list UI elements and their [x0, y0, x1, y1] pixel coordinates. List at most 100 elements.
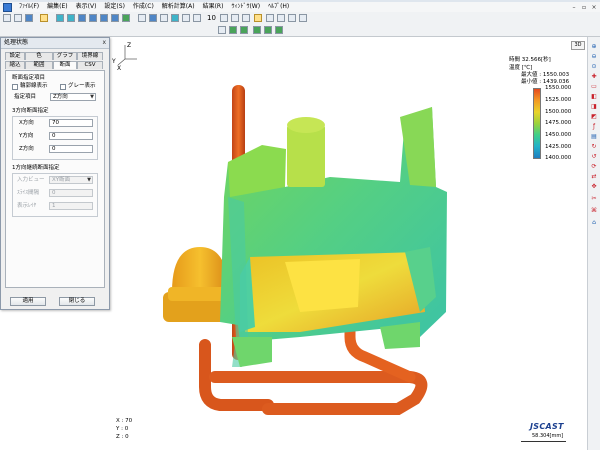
z-input[interactable]	[49, 145, 93, 153]
layer-label: 表示ﾚｲﾔ	[17, 203, 37, 209]
axis-y-label: Y	[111, 58, 116, 65]
pause-icon[interactable]	[277, 14, 285, 22]
legend-tick: 1425.000	[545, 144, 572, 150]
tab-boundary[interactable]: 境界線	[77, 52, 103, 60]
zoom-fit-icon[interactable]: ⊙	[590, 63, 598, 71]
play-icon[interactable]	[266, 14, 274, 22]
tab-row-2: 縮込 範囲 断面 CSV	[5, 61, 103, 69]
menu-file[interactable]: ﾌｧｲﾙ(F)	[15, 2, 43, 12]
menu-analysis[interactable]: 解析計算(A)	[158, 2, 199, 12]
analysis-icon[interactable]	[160, 14, 168, 22]
frame-checkbox[interactable]	[12, 84, 18, 90]
minimize-icon[interactable]: –	[570, 4, 578, 11]
legend-tick: 1500.000	[545, 109, 572, 115]
model-icon[interactable]	[56, 14, 64, 22]
wire-view-icon[interactable]	[240, 26, 248, 34]
tab-graph[interactable]: グラフ	[53, 52, 77, 60]
tab-settings[interactable]: 設定	[5, 52, 25, 60]
close-button[interactable]: 閉じる	[59, 297, 95, 306]
view-top-icon[interactable]	[100, 14, 108, 22]
stop-icon[interactable]	[254, 14, 262, 22]
save-icon[interactable]	[25, 14, 33, 22]
layer-input[interactable]	[49, 202, 93, 210]
tab-shrink[interactable]: 縮込	[5, 61, 25, 69]
key-icon[interactable]: ⌘	[590, 207, 598, 215]
menu-edit[interactable]: 編集(E)	[43, 2, 71, 12]
restore-icon[interactable]: ▫	[580, 4, 588, 11]
view-select-value: XY断面	[52, 177, 71, 183]
mesh-icon[interactable]	[67, 14, 75, 22]
casting-body	[220, 107, 447, 367]
legend-colorbar	[533, 88, 541, 159]
close-window-icon[interactable]: ×	[590, 4, 598, 11]
section-view-icon[interactable]	[253, 26, 261, 34]
tab-csv[interactable]: CSV	[77, 61, 103, 69]
tab-color[interactable]: 色	[25, 52, 53, 60]
tab-section[interactable]: 断面	[53, 61, 77, 69]
pan-icon[interactable]: ✥	[590, 183, 598, 191]
fn-icon[interactable]: ƒ	[590, 123, 598, 131]
result-icon[interactable]	[171, 14, 179, 22]
prev-icon[interactable]	[231, 14, 239, 22]
right-toolbar: ⊕ ⊖ ⊙ ✚ ▭ ◧ ◨ ◩ ƒ ▤ ↻ ↺ ⟳ ⇄ ✥ ✂ ⌘ ⌂	[587, 37, 600, 450]
x-input[interactable]	[49, 119, 93, 127]
apply-button[interactable]: 適用	[10, 297, 46, 306]
rewind-icon[interactable]	[242, 14, 250, 22]
solid-view-icon[interactable]	[229, 26, 237, 34]
probe-icon[interactable]: ✚	[590, 73, 598, 81]
table-icon[interactable]	[193, 14, 201, 22]
menu-create[interactable]: 作成(C)	[129, 2, 158, 12]
menu-view[interactable]: 表示(V)	[72, 2, 101, 12]
jscast-logo: JSCAST	[530, 422, 564, 431]
shade-view-icon[interactable]	[275, 26, 283, 34]
new-file-icon[interactable]	[3, 14, 11, 22]
rotate-icon[interactable]	[218, 26, 226, 34]
view-front-icon[interactable]	[78, 14, 86, 22]
help-icon[interactable]	[40, 14, 48, 22]
reset-view-icon[interactable]: ⌂	[590, 219, 598, 227]
view-iso-icon[interactable]	[111, 14, 119, 22]
legend-quantity: 温度 [℃]	[509, 65, 533, 71]
graph-tool-icon[interactable]: ▤	[590, 133, 598, 141]
section-y-icon[interactable]: ◨	[590, 103, 598, 111]
rotate-y-icon[interactable]: ↺	[590, 153, 598, 161]
coord-x: X : 70	[116, 418, 133, 424]
tab-range[interactable]: 範囲	[25, 61, 53, 69]
menu-results[interactable]: 結果(R)	[199, 2, 228, 12]
y-input[interactable]	[49, 132, 93, 140]
forward-icon[interactable]	[288, 14, 296, 22]
3d-view-button[interactable]: 3D	[571, 41, 585, 50]
select-icon[interactable]	[138, 14, 146, 22]
graph-icon[interactable]	[182, 14, 190, 22]
step-back-icon[interactable]	[220, 14, 228, 22]
tab-row-1: 設定 色 グラフ 境界線	[5, 52, 103, 60]
open-folder-icon[interactable]	[14, 14, 22, 22]
rotate-z-icon[interactable]: ⟳	[590, 163, 598, 171]
interval-input[interactable]	[49, 189, 93, 197]
step-value[interactable]: 10	[207, 13, 216, 23]
menu-help[interactable]: ﾍﾙﾌﾟ(H)	[264, 2, 293, 12]
rotate-x-icon[interactable]: ↻	[590, 143, 598, 151]
item-select[interactable]: Z方向 ▼	[50, 93, 96, 101]
cut-view-icon[interactable]	[264, 26, 272, 34]
item-select-value: Z方向	[53, 94, 68, 100]
render-icon[interactable]	[122, 14, 130, 22]
measure-icon[interactable]: ▭	[590, 83, 598, 91]
flip-icon[interactable]: ⇄	[590, 173, 598, 181]
gray-checkbox[interactable]	[60, 84, 66, 90]
view-select[interactable]: XY断面 ▼	[49, 176, 93, 184]
next-icon[interactable]	[299, 14, 307, 22]
grid-icon[interactable]	[149, 14, 157, 22]
section-z-icon[interactable]: ◩	[590, 113, 598, 121]
zoom-out-icon[interactable]: ⊖	[590, 53, 598, 61]
app-icon[interactable]	[3, 2, 12, 12]
cut-icon[interactable]: ✂	[590, 195, 598, 203]
zoom-in-icon[interactable]: ⊕	[590, 43, 598, 51]
view-side-icon[interactable]	[89, 14, 97, 22]
menu-settings[interactable]: 設定(S)	[100, 2, 129, 12]
section-x-icon[interactable]: ◧	[590, 93, 598, 101]
menu-window[interactable]: ｳｨﾝﾄﾞｳ(W)	[227, 2, 264, 12]
dialog-close-icon[interactable]: ⅹ	[102, 38, 106, 47]
y-label: Y方向	[19, 133, 34, 139]
dialog-titlebar[interactable]: 処理状態 ⅹ	[1, 38, 109, 49]
